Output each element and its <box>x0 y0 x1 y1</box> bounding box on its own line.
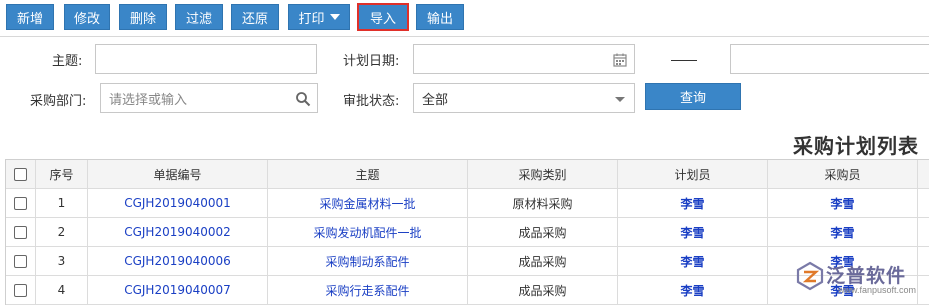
plan-date-end-input[interactable] <box>730 44 929 74</box>
toolbar: 新增 修改 删除 过滤 还原 打印 导入 输出 <box>0 0 929 36</box>
row-subject-link[interactable]: 采购金属材料一批 <box>268 189 468 217</box>
row-doc-no-link[interactable]: CGJH2019040006 <box>88 247 268 275</box>
row-checkbox[interactable] <box>14 225 27 239</box>
row-seq: 3 <box>36 247 88 275</box>
row-subject-link[interactable]: 采购发动机配件一批 <box>268 218 468 246</box>
dept-input[interactable]: 请选择或输入 <box>100 83 318 113</box>
row-doc-no-link[interactable]: CGJH2019040002 <box>88 218 268 246</box>
table-header: 序号 单据编号 主题 采购类别 计划员 采购员 <box>6 160 929 189</box>
row-planner[interactable]: 李雪 <box>618 189 768 217</box>
date-range-separator <box>671 60 697 61</box>
print-button[interactable]: 打印 <box>288 4 350 30</box>
table-row[interactable]: 4 CGJH2019040007 采购行走系配件 成品采购 李雪 李雪 <box>6 276 929 305</box>
status-select[interactable]: 全部 <box>413 83 635 113</box>
export-button[interactable]: 输出 <box>416 4 464 30</box>
row-subject-link[interactable]: 采购制动系配件 <box>268 247 468 275</box>
logo-name: 泛普软件 <box>826 265 907 287</box>
restore-button[interactable]: 还原 <box>231 4 279 30</box>
dept-label: 采购部门: <box>30 94 87 109</box>
row-subject-link[interactable]: 采购行走系配件 <box>268 276 468 304</box>
row-checkbox[interactable] <box>14 283 27 297</box>
header-doc-no[interactable]: 单据编号 <box>88 160 268 188</box>
row-checkbox-cell[interactable] <box>6 276 36 304</box>
row-category: 原材料采购 <box>468 189 618 217</box>
row-planner[interactable]: 李雪 <box>618 247 768 275</box>
select-all-checkbox[interactable] <box>14 167 27 181</box>
search-icon[interactable] <box>295 91 311 107</box>
row-category: 成品采购 <box>468 218 618 246</box>
row-category: 成品采购 <box>468 276 618 304</box>
row-extra <box>918 218 929 246</box>
row-checkbox-cell[interactable] <box>6 218 36 246</box>
toolbar-divider <box>0 36 929 37</box>
header-seq[interactable]: 序号 <box>36 160 88 188</box>
table-row[interactable]: 3 CGJH2019040006 采购制动系配件 成品采购 李雪 李雪 <box>6 247 929 276</box>
row-planner[interactable]: 李雪 <box>618 218 768 246</box>
plan-date-label: 计划日期: <box>343 54 400 69</box>
row-doc-no-link[interactable]: CGJH2019040007 <box>88 276 268 304</box>
add-button[interactable]: 新增 <box>6 4 54 30</box>
row-checkbox[interactable] <box>14 196 27 210</box>
logo-url: www.fanpusoft.com <box>838 285 917 295</box>
purchase-plan-table: 序号 单据编号 主题 采购类别 计划员 采购员 1 CGJH2019040001… <box>5 159 929 305</box>
row-checkbox-cell[interactable] <box>6 189 36 217</box>
plan-date-start-input[interactable] <box>413 44 635 74</box>
row-checkbox-cell[interactable] <box>6 247 36 275</box>
header-subject[interactable]: 主题 <box>268 160 468 188</box>
subject-label: 主题: <box>52 54 83 69</box>
row-seq: 1 <box>36 189 88 217</box>
row-extra <box>918 189 929 217</box>
import-button[interactable]: 导入 <box>357 3 409 31</box>
row-buyer[interactable]: 李雪 <box>768 189 918 217</box>
header-buyer[interactable]: 采购员 <box>768 160 918 188</box>
logo-icon <box>796 261 824 291</box>
row-doc-no-link[interactable]: CGJH2019040001 <box>88 189 268 217</box>
chevron-down-icon <box>329 14 340 20</box>
filter-button[interactable]: 过滤 <box>175 4 223 30</box>
select-all-checkbox-cell[interactable] <box>6 160 36 188</box>
row-buyer[interactable]: 李雪 <box>768 218 918 246</box>
header-category[interactable]: 采购类别 <box>468 160 618 188</box>
table-row[interactable]: 2 CGJH2019040002 采购发动机配件一批 成品采购 李雪 李雪 <box>6 218 929 247</box>
query-button[interactable]: 查询 <box>645 83 741 110</box>
watermark-logo: 泛普软件 www.fanpusoft.com <box>792 258 927 306</box>
header-planner[interactable]: 计划员 <box>618 160 768 188</box>
row-seq: 4 <box>36 276 88 304</box>
chevron-down-icon[interactable] <box>612 91 628 107</box>
table-row[interactable]: 1 CGJH2019040001 采购金属材料一批 原材料采购 李雪 李雪 <box>6 189 929 218</box>
row-seq: 2 <box>36 218 88 246</box>
delete-button[interactable]: 删除 <box>119 4 167 30</box>
header-extra <box>918 160 929 188</box>
row-planner[interactable]: 李雪 <box>618 276 768 304</box>
edit-button[interactable]: 修改 <box>64 4 110 30</box>
calendar-icon[interactable] <box>612 52 628 68</box>
page-title: 采购计划列表 <box>793 134 919 158</box>
status-label: 审批状态: <box>343 94 400 109</box>
row-category: 成品采购 <box>468 247 618 275</box>
row-checkbox[interactable] <box>14 254 27 268</box>
subject-input[interactable] <box>95 44 317 74</box>
